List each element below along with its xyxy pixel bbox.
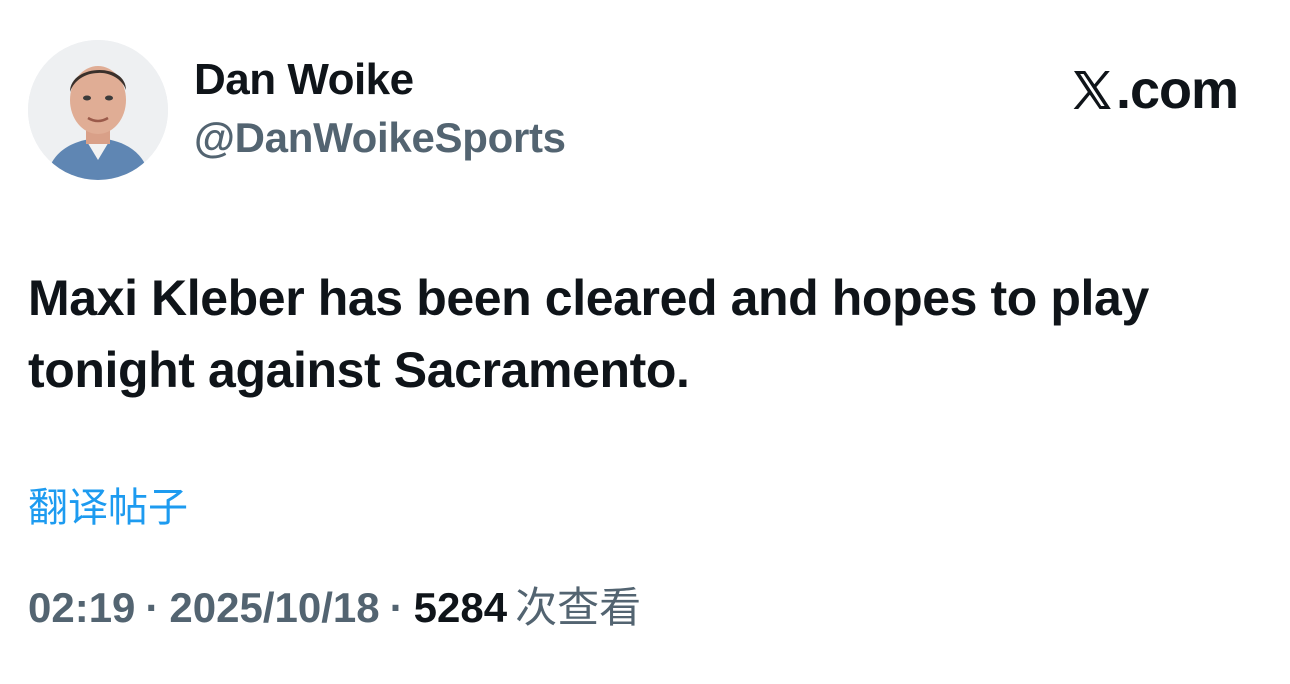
views-count: 5284: [413, 584, 508, 631]
tweet-text: Maxi Kleber has been cleared and hopes t…: [28, 270, 1149, 398]
views-label: 次查看: [515, 583, 642, 632]
author-display-name[interactable]: Dan Woike: [194, 54, 566, 106]
meta-separator: ·: [389, 584, 404, 631]
x-logo-icon: [1073, 71, 1111, 109]
brand-x-com: .com: [1068, 60, 1239, 120]
tweet-header: Dan Woike @DanWoikeSports: [28, 40, 566, 182]
author-handle[interactable]: @DanWoikeSports: [194, 112, 566, 164]
avatar[interactable]: [28, 40, 168, 180]
meta-separator: ·: [145, 584, 160, 631]
author-names: Dan Woike @DanWoikeSports: [194, 54, 566, 164]
tweet-time[interactable]: 02:19: [28, 584, 135, 631]
translate-post-link[interactable]: 翻译帖子: [28, 482, 188, 534]
brand-domain-text: .com: [1115, 60, 1239, 120]
tweet-card: Dan Woike @DanWoikeSports .com Maxi Kleb…: [0, 0, 1290, 684]
tweet-date[interactable]: 2025/10/18: [169, 584, 379, 631]
tweet-meta: 02:19 · 2025/10/18 · 5284 次查看: [28, 580, 641, 636]
profile-photo-icon: [28, 40, 168, 180]
